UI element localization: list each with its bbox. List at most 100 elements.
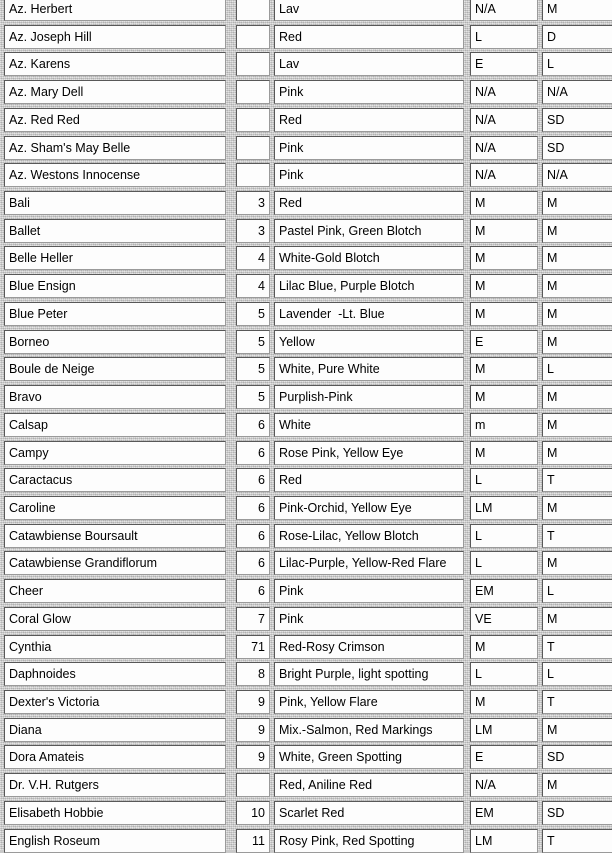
table-row[interactable]: Daphnoides 8 Bright Purple, light spotting… <box>0 662 612 687</box>
table-row[interactable]: Az. Karens Lav E L <box>0 52 612 77</box>
rating-cell[interactable]: 4 <box>236 274 270 299</box>
bloom-time-cell[interactable]: N/A <box>470 0 538 21</box>
rating-cell[interactable]: 9 <box>236 745 270 770</box>
rating-cell[interactable] <box>236 52 270 77</box>
size-cell[interactable]: N/A <box>542 163 612 188</box>
rating-cell[interactable] <box>236 0 270 21</box>
table-row[interactable]: Catawbiense Grandiflorum 6 Lilac-Purple, Y… <box>0 551 612 576</box>
rating-cell[interactable]: 6 <box>236 495 270 520</box>
bloom-time-cell[interactable]: LM <box>470 717 538 742</box>
size-cell[interactable]: M <box>542 717 612 742</box>
table-row[interactable]: Blue Ensign 4 Lilac Blue, Purple Blotch M M <box>0 274 612 299</box>
plant-name-cell[interactable]: Boule de Neige <box>4 357 226 382</box>
size-cell[interactable]: T <box>542 828 612 853</box>
rating-cell[interactable]: 6 <box>236 523 270 548</box>
color-cell[interactable]: Red-Rosy Crimson <box>274 634 464 659</box>
color-cell[interactable]: Red <box>274 191 464 216</box>
color-cell[interactable]: Pastel Pink, Green Blotch <box>274 218 464 243</box>
table-row[interactable]: Borneo 5 Yellow E M <box>0 329 612 354</box>
size-cell[interactable]: SD <box>542 745 612 770</box>
color-cell[interactable]: Rose-Lilac, Yellow Blotch <box>274 523 464 548</box>
bloom-time-cell[interactable]: M <box>470 191 538 216</box>
table-row[interactable]: Az. Sham's May Belle Pink N/A SD <box>0 135 612 160</box>
rating-cell[interactable]: 3 <box>236 218 270 243</box>
bloom-time-cell[interactable]: N/A <box>470 80 538 105</box>
plant-name-cell[interactable]: Calsap <box>4 412 226 437</box>
rating-cell[interactable]: 6 <box>236 468 270 493</box>
size-cell[interactable]: M <box>542 385 612 410</box>
table-row[interactable]: Dr. V.H. Rutgers Red, Aniline Red N/A M <box>0 773 612 798</box>
rating-cell[interactable]: 6 <box>236 579 270 604</box>
color-cell[interactable]: Pink <box>274 135 464 160</box>
rating-cell[interactable] <box>236 24 270 49</box>
size-cell[interactable]: L <box>542 662 612 687</box>
table-row[interactable]: Calsap 6 White m M <box>0 412 612 437</box>
size-cell[interactable]: L <box>542 579 612 604</box>
table-row[interactable]: Bravo 5 Purplish-Pink M M <box>0 385 612 410</box>
table-row[interactable]: Coral Glow 7 Pink VE M <box>0 606 612 631</box>
color-cell[interactable]: White, Green Spotting <box>274 745 464 770</box>
size-cell[interactable]: M <box>542 551 612 576</box>
bloom-time-cell[interactable]: N/A <box>470 107 538 132</box>
table-row[interactable]: Blue Peter 5 Lavender -Lt. Blue M M <box>0 301 612 326</box>
color-cell[interactable]: Scarlet Red <box>274 800 464 825</box>
bloom-time-cell[interactable]: EM <box>470 579 538 604</box>
rating-cell[interactable]: 6 <box>236 440 270 465</box>
rating-cell[interactable]: 9 <box>236 690 270 714</box>
size-cell[interactable]: M <box>542 301 612 326</box>
plant-name-cell[interactable]: Daphnoides <box>4 662 226 687</box>
table-row[interactable]: Belle Heller 4 White-Gold Blotch M M <box>0 246 612 271</box>
color-cell[interactable]: Pink, Yellow Flare <box>274 690 464 714</box>
size-cell[interactable]: SD <box>542 800 612 825</box>
size-cell[interactable]: SD <box>542 135 612 160</box>
color-cell[interactable]: Mix.-Salmon, Red Markings <box>274 717 464 742</box>
plant-name-cell[interactable]: Az. Sham's May Belle <box>4 135 226 160</box>
bloom-time-cell[interactable]: m <box>470 412 538 437</box>
color-cell[interactable]: Yellow <box>274 329 464 354</box>
size-cell[interactable]: M <box>542 495 612 520</box>
bloom-time-cell[interactable]: M <box>470 246 538 271</box>
bloom-time-cell[interactable]: L <box>470 662 538 687</box>
plant-name-cell[interactable]: Campy <box>4 440 226 465</box>
size-cell[interactable]: L <box>542 357 612 382</box>
plant-name-cell[interactable]: Blue Ensign <box>4 274 226 299</box>
plant-name-cell[interactable]: Cynthia <box>4 634 226 659</box>
size-cell[interactable]: L <box>542 52 612 77</box>
rating-cell[interactable]: 6 <box>236 551 270 576</box>
color-cell[interactable]: Pink <box>274 579 464 604</box>
color-cell[interactable]: White-Gold Blotch <box>274 246 464 271</box>
table-row[interactable]: Dexter's Victoria 9 Pink, Yellow Flare M T <box>0 690 612 714</box>
plant-name-cell[interactable]: Blue Peter <box>4 301 226 326</box>
rating-cell[interactable]: 5 <box>236 385 270 410</box>
table-row[interactable]: Az. Joseph Hill Red L D <box>0 24 612 49</box>
plant-name-cell[interactable]: Az. Joseph Hill <box>4 24 226 49</box>
size-cell[interactable]: M <box>542 274 612 299</box>
size-cell[interactable]: M <box>542 329 612 354</box>
table-row[interactable]: Dora Amateis 9 White, Green Spotting E SD <box>0 745 612 770</box>
bloom-time-cell[interactable]: EM <box>470 800 538 825</box>
rating-cell[interactable]: 4 <box>236 246 270 271</box>
bloom-time-cell[interactable]: M <box>470 690 538 714</box>
bloom-time-cell[interactable]: LM <box>470 495 538 520</box>
bloom-time-cell[interactable]: LM <box>470 828 538 853</box>
bloom-time-cell[interactable]: L <box>470 551 538 576</box>
bloom-time-cell[interactable]: N/A <box>470 163 538 188</box>
color-cell[interactable]: Red <box>274 107 464 132</box>
plant-name-cell[interactable]: Caractacus <box>4 468 226 493</box>
plant-name-cell[interactable]: Bravo <box>4 385 226 410</box>
size-cell[interactable]: SD <box>542 107 612 132</box>
plant-name-cell[interactable]: Az. Mary Dell <box>4 80 226 105</box>
rating-cell[interactable]: 5 <box>236 301 270 326</box>
rating-cell[interactable]: 10 <box>236 800 270 825</box>
plant-name-cell[interactable]: Dexter's Victoria <box>4 690 226 714</box>
plant-name-cell[interactable]: Coral Glow <box>4 606 226 631</box>
color-cell[interactable]: Purplish-Pink <box>274 385 464 410</box>
table-row[interactable]: Campy 6 Rose Pink, Yellow Eye M M <box>0 440 612 465</box>
plant-name-cell[interactable]: Dr. V.H. Rutgers <box>4 773 226 798</box>
table-row[interactable]: Az. Red Red Red N/A SD <box>0 107 612 132</box>
size-cell[interactable]: M <box>542 606 612 631</box>
color-cell[interactable]: Pink <box>274 606 464 631</box>
plant-name-cell[interactable]: Borneo <box>4 329 226 354</box>
table-row[interactable]: Az. Westons Innocense Pink N/A N/A <box>0 163 612 188</box>
rating-cell[interactable]: 7 <box>236 606 270 631</box>
